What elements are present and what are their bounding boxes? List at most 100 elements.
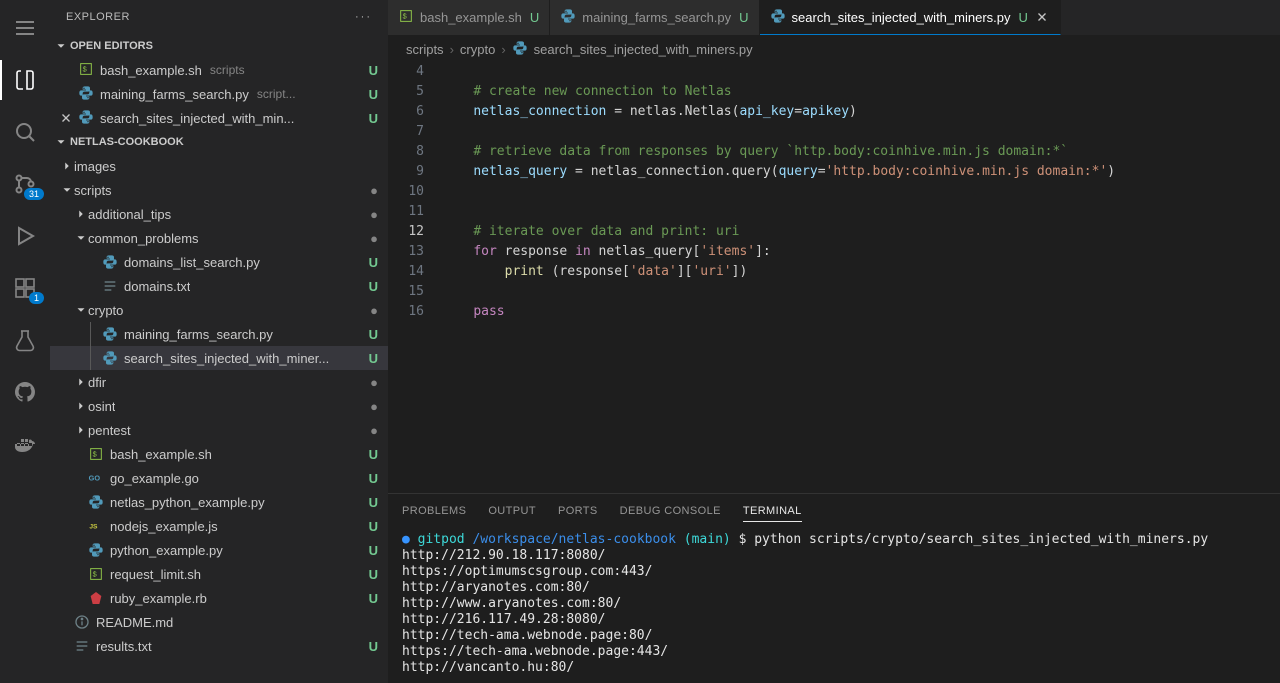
testing-icon[interactable] (0, 320, 50, 360)
go-icon: GO (88, 470, 104, 486)
editor-tab[interactable]: search_sites_injected_with_miners.pyU (760, 0, 1061, 35)
tree-folder[interactable]: scripts● (50, 178, 388, 202)
search-icon[interactable] (0, 112, 50, 152)
svg-text:$: $ (93, 450, 97, 459)
panel-tab[interactable]: PROBLEMS (402, 501, 466, 521)
code-line[interactable]: netlas_query = netlas_connection.query(q… (442, 162, 1280, 182)
chevron-icon[interactable] (74, 423, 88, 437)
chevron-icon[interactable] (74, 399, 88, 413)
close-icon[interactable] (1034, 9, 1050, 25)
code-line[interactable]: netlas_connection = netlas.Netlas(api_ke… (442, 102, 1280, 122)
python-icon (78, 85, 94, 104)
editor-code[interactable]: # create new connection to Netlas netlas… (442, 62, 1280, 493)
tree-file[interactable]: search_sites_injected_with_miner...U (50, 346, 388, 370)
ruby-icon (88, 590, 104, 606)
tree-folder[interactable]: osint● (50, 394, 388, 418)
tree-folder[interactable]: dfir● (50, 370, 388, 394)
code-line[interactable] (442, 122, 1280, 142)
tree-file[interactable]: ruby_example.rbU (50, 586, 388, 610)
tree-file[interactable]: netlas_python_example.pyU (50, 490, 388, 514)
close-icon[interactable] (58, 110, 74, 126)
code-line[interactable]: # iterate over data and print: uri (442, 222, 1280, 242)
line-number: 9 (388, 162, 424, 182)
python-icon (770, 8, 786, 27)
workspace-header[interactable]: NETLAS-COOKBOOK (50, 130, 388, 154)
sidebar-header: EXPLORER ··· (50, 0, 388, 34)
breadcrumb-item[interactable]: scripts (406, 42, 444, 57)
open-editor-item[interactable]: maining_farms_search.pyscript...U (50, 82, 388, 106)
code-line[interactable] (442, 282, 1280, 302)
tree-file[interactable]: maining_farms_search.pyU (50, 322, 388, 346)
chevron-icon[interactable] (74, 231, 88, 245)
bottom-panel: PROBLEMS OUTPUT PORTS DEBUG CONSOLE TERMINAL… (388, 493, 1280, 683)
chevron-icon[interactable] (74, 303, 88, 317)
extensions-icon[interactable]: 1 (0, 268, 50, 308)
line-number: 4 (388, 62, 424, 82)
github-icon[interactable] (0, 372, 50, 412)
chevron-icon[interactable] (60, 183, 74, 197)
panel-tab[interactable]: PORTS (558, 501, 598, 521)
tree-folder[interactable]: common_problems● (50, 226, 388, 250)
chevron-icon[interactable] (74, 375, 88, 389)
tree-file[interactable]: domains_list_search.pyU (50, 250, 388, 274)
tree-folder[interactable]: pentest● (50, 418, 388, 442)
sidebar-title: EXPLORER (66, 11, 130, 23)
open-editor-item[interactable]: search_sites_injected_with_min...U (50, 106, 388, 130)
editor-tab[interactable]: $bash_example.shU (388, 0, 550, 35)
svg-text:$: $ (403, 12, 407, 21)
breadcrumb-item[interactable]: crypto (460, 42, 495, 57)
python-icon (102, 350, 118, 366)
menu-icon[interactable] (0, 8, 50, 48)
docker-icon[interactable] (0, 424, 50, 464)
chevron-icon[interactable] (74, 207, 88, 221)
python-icon (560, 8, 576, 27)
tree-file[interactable]: GOgo_example.goU (50, 466, 388, 490)
tree-folder[interactable]: images (50, 154, 388, 178)
code-line[interactable]: # retrieve data from responses by query … (442, 142, 1280, 162)
scm-badge: 31 (24, 188, 44, 200)
breadcrumb[interactable]: scripts›crypto›search_sites_injected_wit… (388, 36, 1280, 62)
code-line[interactable] (442, 202, 1280, 222)
code-line[interactable]: # create new connection to Netlas (442, 82, 1280, 102)
terminal[interactable]: ● gitpod /workspace/netlas-cookbook (mai… (388, 528, 1280, 683)
panel-tab[interactable]: DEBUG CONSOLE (620, 501, 721, 521)
code-line[interactable]: pass (442, 302, 1280, 322)
panel-tab[interactable]: OUTPUT (488, 501, 536, 521)
code-line[interactable]: for response in netlas_query['items']: (442, 242, 1280, 262)
code-line[interactable] (442, 182, 1280, 202)
bash-icon: $ (88, 446, 104, 462)
tree-file[interactable]: JSnodejs_example.jsU (50, 514, 388, 538)
panel-tab[interactable]: TERMINAL (743, 501, 802, 522)
file-tree: imagesscripts●additional_tips●common_pro… (50, 154, 388, 683)
tree-file[interactable]: domains.txtU (50, 274, 388, 298)
chevron-icon[interactable] (60, 159, 74, 173)
explorer-icon[interactable] (0, 60, 50, 100)
open-editors-header[interactable]: OPEN EDITORS (50, 34, 388, 58)
line-number: 12 (388, 222, 424, 242)
editor-tab[interactable]: maining_farms_search.pyU (550, 0, 759, 35)
line-number: 7 (388, 122, 424, 142)
line-number: 10 (388, 182, 424, 202)
open-editor-item[interactable]: $bash_example.shscriptsU (50, 58, 388, 82)
svg-text:GO: GO (89, 474, 101, 483)
editor[interactable]: 45678910111213141516 # create new connec… (388, 62, 1280, 493)
open-editors-list: $bash_example.shscriptsUmaining_farms_se… (50, 58, 388, 130)
bash-icon: $ (78, 61, 94, 80)
text-icon (102, 278, 118, 294)
tree-folder[interactable]: crypto● (50, 298, 388, 322)
tree-file[interactable]: $request_limit.shU (50, 562, 388, 586)
tree-file[interactable]: $bash_example.shU (50, 442, 388, 466)
line-number: 8 (388, 142, 424, 162)
more-icon[interactable]: ··· (355, 11, 372, 23)
tree-file[interactable]: python_example.pyU (50, 538, 388, 562)
debug-icon[interactable] (0, 216, 50, 256)
line-number: 5 (388, 82, 424, 102)
tree-folder[interactable]: additional_tips● (50, 202, 388, 226)
explorer-sidebar: EXPLORER ··· OPEN EDITORS $bash_example.… (50, 0, 388, 683)
breadcrumb-item[interactable]: search_sites_injected_with_miners.py (534, 42, 753, 57)
tree-file[interactable]: README.md (50, 610, 388, 634)
code-line[interactable]: print (response['data']['uri']) (442, 262, 1280, 282)
scm-icon[interactable]: 31 (0, 164, 50, 204)
tree-file[interactable]: results.txtU (50, 634, 388, 658)
code-line[interactable] (442, 62, 1280, 82)
